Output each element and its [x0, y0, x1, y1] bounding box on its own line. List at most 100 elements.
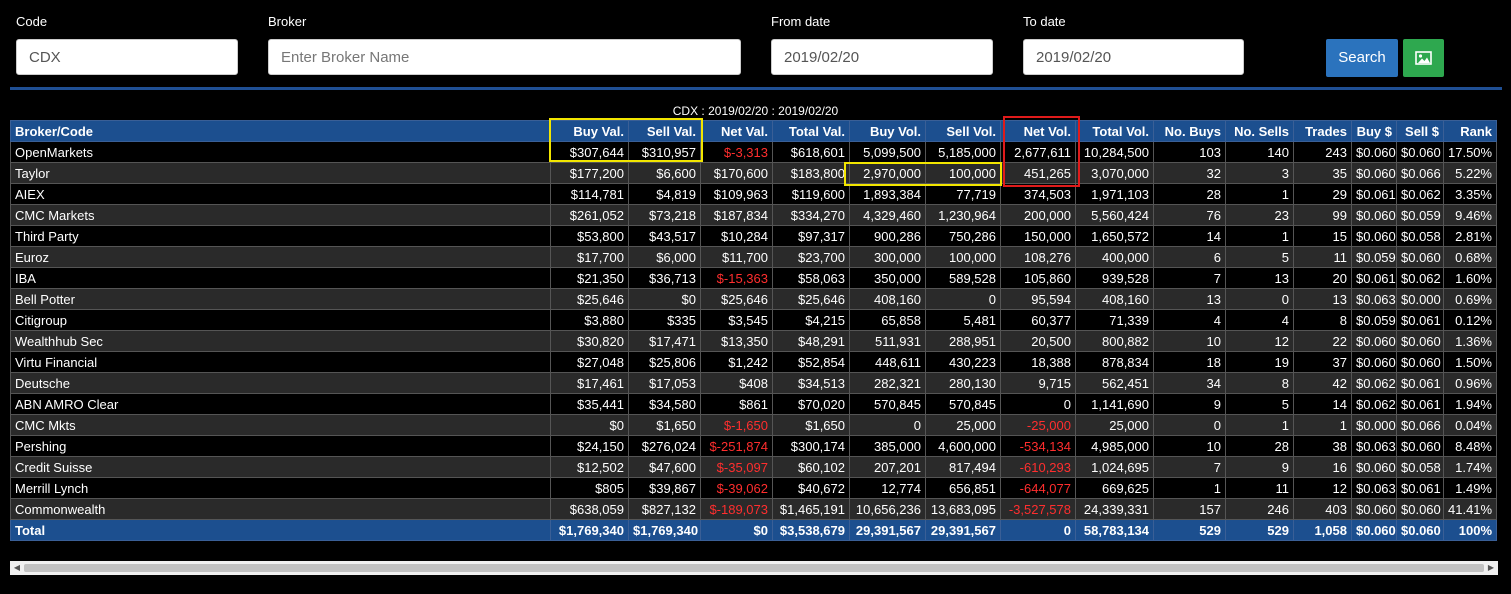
broker-input[interactable]: Enter Broker Name: [268, 39, 741, 75]
column-header[interactable]: Sell Vol.: [925, 120, 1001, 142]
table-cell: $0.063: [1351, 435, 1397, 457]
table-cell: $827,132: [628, 498, 701, 520]
table-row[interactable]: IBA $21,350 $36,713 $-15,363 $58,063 350,000 5…: [10, 267, 1497, 289]
column-header[interactable]: Total Vol.: [1075, 120, 1154, 142]
table-cell: $300,174: [772, 435, 850, 457]
column-header[interactable]: No. Sells: [1225, 120, 1294, 142]
table-row[interactable]: Taylor $177,200 $6,600 $170,600 $183,800 2,97…: [10, 162, 1497, 184]
divider: [10, 87, 1502, 90]
broker-name-cell: Bell Potter: [10, 288, 551, 310]
table-cell: $0.059: [1351, 246, 1397, 268]
table-cell: $0.000: [1396, 288, 1444, 310]
table-cell: $334,270: [772, 204, 850, 226]
table-cell: $0.061: [1351, 183, 1397, 205]
table-cell: $0.060: [1396, 141, 1444, 163]
table-row[interactable]: Pershing $24,150 $276,024 $-251,874 $300,174…: [10, 435, 1497, 457]
table-cell: $17,700: [550, 246, 629, 268]
table-cell: 60,377: [1000, 309, 1076, 331]
column-header[interactable]: Net Vol.: [1000, 120, 1076, 142]
table-cell: 1.36%: [1443, 330, 1497, 352]
table-cell: 451,265: [1000, 162, 1076, 184]
table-row[interactable]: Third Party $53,800 $43,517 $10,284 $97,317 9…: [10, 225, 1497, 247]
column-header[interactable]: Sell $: [1396, 120, 1444, 142]
search-button[interactable]: Search: [1326, 39, 1398, 77]
table-row[interactable]: ABN AMRO Clear $35,441 $34,580 $861 $70,020 5…: [10, 393, 1497, 415]
export-image-button[interactable]: [1403, 39, 1444, 77]
broker-name-cell: Wealthhub Sec: [10, 330, 551, 352]
table-row[interactable]: Commonwealth $638,059 $827,132 $-189,073 $1,…: [10, 498, 1497, 520]
code-label: Code: [16, 14, 48, 29]
column-header[interactable]: Broker/Code: [10, 120, 551, 142]
table-row[interactable]: Euroz $17,700 $6,000 $11,700 $23,700 300,000 1…: [10, 246, 1497, 268]
table-cell: 2,677,611: [1000, 141, 1076, 163]
scroll-left-icon[interactable]: ◀: [10, 561, 24, 575]
table-cell: 12,774: [849, 477, 926, 499]
table-cell: 10,656,236: [849, 498, 926, 520]
column-header[interactable]: Trades: [1293, 120, 1352, 142]
table-cell: $23,700: [772, 246, 850, 268]
table-cell: 1,893,384: [849, 183, 926, 205]
table-cell: $0.059: [1396, 204, 1444, 226]
table-row[interactable]: OpenMarkets $307,644 $310,957 $-3,313 $618,6…: [10, 141, 1497, 163]
table-cell: 656,851: [925, 477, 1001, 499]
table-row[interactable]: Credit Suisse $12,502 $47,600 $-35,097 $60,1…: [10, 456, 1497, 478]
scroll-right-icon[interactable]: ▶: [1484, 561, 1498, 575]
table-row[interactable]: Deutsche $17,461 $17,053 $408 $34,513 282,321…: [10, 372, 1497, 394]
table-row[interactable]: Merrill Lynch $805 $39,867 $-39,062 $40,672 1…: [10, 477, 1497, 499]
broker-name-cell: IBA: [10, 267, 551, 289]
broker-name-cell: Euroz: [10, 246, 551, 268]
table-cell: 200,000: [1000, 204, 1076, 226]
table-cell: 408,160: [1075, 288, 1154, 310]
table-cell: 13: [1225, 267, 1294, 289]
table-cell: $0.000: [1351, 414, 1397, 436]
column-header[interactable]: No. Buys: [1153, 120, 1226, 142]
column-header[interactable]: Total Val.: [772, 120, 850, 142]
table-row[interactable]: Bell Potter $25,646 $0 $25,646 $25,646 408,16…: [10, 288, 1497, 310]
table-cell: $1,465,191: [772, 498, 850, 520]
table-cell: $-35,097: [700, 456, 773, 478]
table-cell: 8: [1225, 372, 1294, 394]
table-cell: 4: [1225, 309, 1294, 331]
table-cell: 14: [1293, 393, 1352, 415]
from-date-input[interactable]: 2019/02/20: [771, 39, 993, 75]
table-row[interactable]: Virtu Financial $27,048 $25,806 $1,242 $52,8…: [10, 351, 1497, 373]
total-cell: $0: [700, 519, 773, 541]
table-cell: $-189,073: [700, 498, 773, 520]
table-cell: 23: [1225, 204, 1294, 226]
table-cell: $0: [628, 288, 701, 310]
table-cell: 400,000: [1075, 246, 1154, 268]
table-cell: 878,834: [1075, 351, 1154, 373]
column-header[interactable]: Buy Vol.: [849, 120, 926, 142]
table-cell: -25,000: [1000, 414, 1076, 436]
code-input[interactable]: CDX: [16, 39, 238, 75]
column-header[interactable]: Net Val.: [700, 120, 773, 142]
table-row[interactable]: Wealthhub Sec $30,820 $17,471 $13,350 $48,29…: [10, 330, 1497, 352]
table-row[interactable]: AIEX $114,781 $4,819 $109,963 $119,600 1,893,…: [10, 183, 1497, 205]
table-cell: 3,070,000: [1075, 162, 1154, 184]
table-cell: $0.060: [1396, 498, 1444, 520]
column-header[interactable]: Rank: [1443, 120, 1497, 142]
table-row[interactable]: CMC Markets $261,052 $73,218 $187,834 $334,2…: [10, 204, 1497, 226]
table-cell: 1: [1153, 477, 1226, 499]
table-cell: $1,650: [628, 414, 701, 436]
table-cell: $276,024: [628, 435, 701, 457]
scrollbar-thumb[interactable]: [24, 564, 1484, 572]
table-cell: 0.68%: [1443, 246, 1497, 268]
table-cell: 77,719: [925, 183, 1001, 205]
column-header[interactable]: Buy $: [1351, 120, 1397, 142]
column-header[interactable]: Sell Val.: [628, 120, 701, 142]
table-cell: 374,503: [1000, 183, 1076, 205]
table-cell: 282,321: [849, 372, 926, 394]
column-header[interactable]: Buy Val.: [550, 120, 629, 142]
table-row[interactable]: Citigroup $3,880 $335 $3,545 $4,215 65,858 5,4…: [10, 309, 1497, 331]
table-cell: 246: [1225, 498, 1294, 520]
table-cell: 42: [1293, 372, 1352, 394]
table-cell: 4,985,000: [1075, 435, 1154, 457]
table-row[interactable]: CMC Mkts $0 $1,650 $-1,650 $1,650 0 25,000 -25,…: [10, 414, 1497, 436]
to-date-input[interactable]: 2019/02/20: [1023, 39, 1244, 75]
table-cell: 10: [1153, 330, 1226, 352]
table-cell: 1.50%: [1443, 351, 1497, 373]
table-cell: 9.46%: [1443, 204, 1497, 226]
broker-name-cell: Deutsche: [10, 372, 551, 394]
horizontal-scrollbar[interactable]: ◀ ▶: [10, 561, 1498, 575]
